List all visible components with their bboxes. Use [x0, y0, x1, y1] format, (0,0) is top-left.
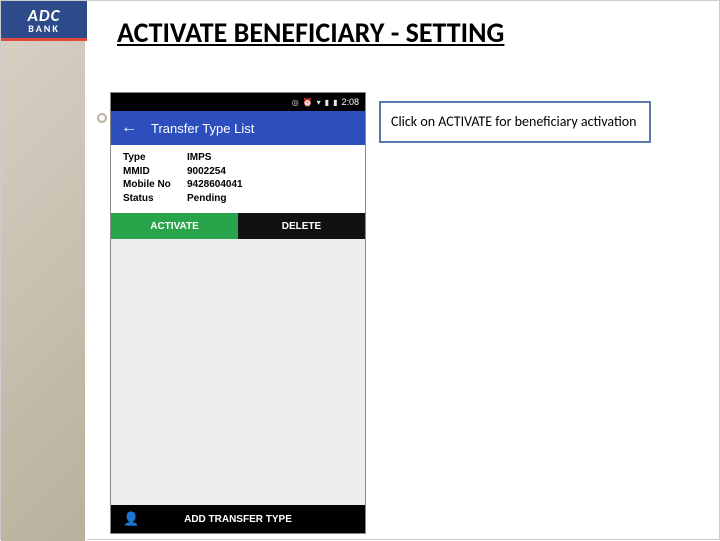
delete-button[interactable]: DELETE [238, 213, 365, 239]
delete-button-label: DELETE [282, 221, 321, 232]
add-transfer-type-button[interactable]: 👤 ADD TRANSFER TYPE [111, 505, 365, 533]
add-transfer-type-label: ADD TRANSFER TYPE [184, 514, 292, 525]
info-label: Mobile No [123, 178, 187, 192]
app-bar-title: Transfer Type List [151, 121, 254, 136]
callout-box: Click on ACTIVATE for beneficiary activa… [379, 101, 651, 143]
info-value: 9002254 [187, 165, 226, 179]
activate-button-label: ACTIVATE [150, 221, 199, 232]
callout-text: Click on ACTIVATE for beneficiary activa… [391, 114, 637, 131]
alarm-icon: ⏰ [303, 98, 313, 107]
activate-button[interactable]: ACTIVATE [111, 213, 238, 239]
status-bar: ◎ ⏰ ▾ ▮ ▮ 2:08 [111, 93, 365, 111]
logo: ADC BANK [1, 1, 87, 41]
back-arrow-icon[interactable]: ← [121, 120, 137, 136]
info-row-status: Status Pending [123, 192, 353, 206]
beneficiary-info-block: Type IMPS MMID 9002254 Mobile No 9428604… [111, 145, 365, 213]
signal-icon: ▮ [325, 98, 329, 107]
phone-body-empty-area [111, 239, 365, 505]
info-value: Pending [187, 192, 226, 206]
status-time: 2:08 [341, 97, 359, 107]
action-button-row: ACTIVATE DELETE [111, 213, 365, 239]
info-row-mmid: MMID 9002254 [123, 165, 353, 179]
page-title: ACTIVATE BENEFICIARY - SETTING [117, 15, 504, 50]
person-icon: 👤 [123, 511, 139, 527]
phone-mockup: ◎ ⏰ ▾ ▮ ▮ 2:08 ← Transfer Type List Type… [111, 93, 365, 533]
info-label: Type [123, 151, 187, 165]
battery-icon: ▮ [333, 98, 337, 107]
info-label: Status [123, 192, 187, 206]
left-decorative-band [1, 1, 87, 541]
info-label: MMID [123, 165, 187, 179]
app-bar: ← Transfer Type List [111, 111, 365, 145]
info-value: IMPS [187, 151, 211, 165]
wifi-icon: ▾ [317, 98, 321, 107]
slide-background: ADC BANK ACTIVATE BENEFICIARY - SETTING … [0, 0, 720, 540]
info-value: 9428604041 [187, 178, 243, 192]
info-row-type: Type IMPS [123, 151, 353, 165]
callout-marker-dot [97, 113, 107, 123]
nfc-icon: ◎ [292, 98, 299, 107]
logo-text-bottom: BANK [28, 24, 60, 34]
info-row-mobile: Mobile No 9428604041 [123, 178, 353, 192]
